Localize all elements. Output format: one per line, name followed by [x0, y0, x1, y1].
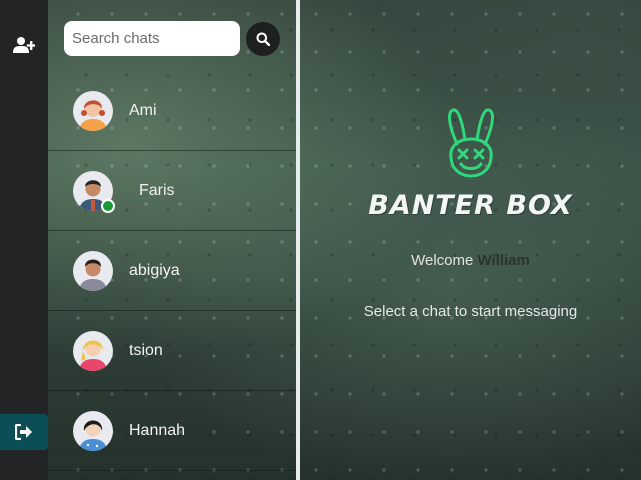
search-button[interactable] — [246, 22, 280, 56]
user-plus-icon — [13, 37, 35, 53]
chat-item[interactable]: Hannah — [48, 391, 296, 471]
chat-name: Ami — [129, 101, 157, 119]
add-user-button[interactable] — [12, 34, 36, 56]
chat-list-panel: Ami Faris abigiya — [48, 0, 296, 480]
username: William — [477, 252, 530, 269]
chat-name: tsion — [129, 341, 163, 359]
search-icon — [256, 32, 270, 46]
left-toolbar — [0, 0, 48, 480]
welcome-label: Welcome — [411, 252, 474, 269]
welcome-panel: BANTER BOX Welcome William Select a chat… — [300, 0, 641, 480]
sign-out-icon — [15, 424, 32, 440]
chat-name: Hannah — [129, 421, 186, 439]
logout-button[interactable] — [0, 414, 48, 450]
chat-name: abigiya — [129, 261, 180, 279]
chat-item[interactable]: abigiya — [48, 231, 296, 311]
welcome-message: Welcome William — [300, 252, 641, 269]
empty-state-hint: Select a chat to start messaging — [363, 303, 578, 320]
avatar — [73, 410, 113, 451]
chat-item[interactable]: Faris — [48, 151, 296, 231]
avatar — [73, 170, 115, 213]
chat-name: Faris — [139, 181, 175, 199]
online-status-dot — [101, 198, 115, 213]
chat-item[interactable]: Ami — [48, 71, 296, 151]
search-input[interactable] — [64, 21, 240, 56]
bunny-logo-icon — [448, 108, 494, 178]
app-brand-title: BANTER BOX — [368, 190, 573, 221]
avatar — [73, 250, 113, 291]
chat-item[interactable]: tsion — [48, 311, 296, 391]
avatar — [73, 330, 113, 371]
avatar — [73, 90, 113, 131]
